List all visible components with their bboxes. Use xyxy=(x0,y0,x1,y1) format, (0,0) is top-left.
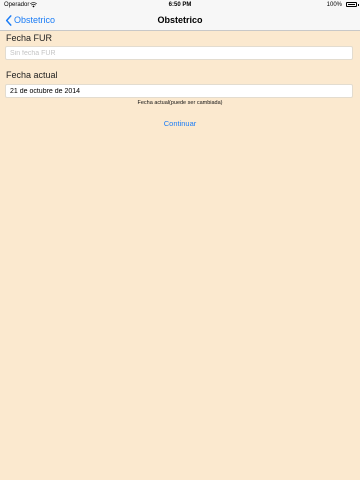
battery-percent: 100% xyxy=(326,2,342,8)
continue-button[interactable]: Continuar xyxy=(0,118,360,129)
current-date-label: Fecha actual xyxy=(6,70,58,80)
battery-icon xyxy=(346,2,359,7)
current-date-input[interactable] xyxy=(5,84,353,98)
fur-date-label: Fecha FUR xyxy=(6,33,53,43)
fur-date-input[interactable] xyxy=(5,46,353,60)
current-date-hint: Fecha actual(puede ser cambiada) xyxy=(137,100,223,106)
page-title: Obstetrico xyxy=(157,15,203,25)
status-time: 6:50 PM xyxy=(168,2,192,8)
status-bar: Operador 6:50 PM 100% xyxy=(0,0,360,10)
navigation-bar: Obstetrico Obstetrico xyxy=(0,10,360,31)
